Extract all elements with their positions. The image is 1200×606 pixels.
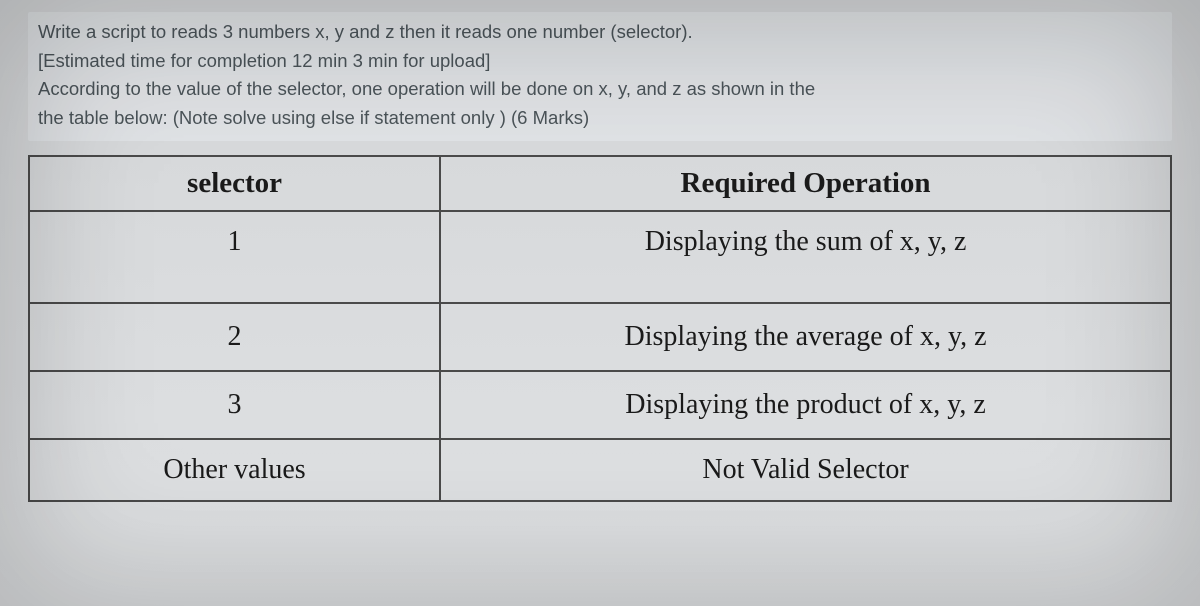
cell-selector: Other values [29, 439, 440, 501]
selector-table: selector Required Operation 1 Displaying… [28, 155, 1172, 502]
question-line-4: the table below: (Note solve using else … [38, 104, 1162, 133]
header-selector: selector [29, 156, 440, 211]
cell-operation: Displaying the sum of x, y, z [440, 211, 1171, 303]
cell-selector: 1 [29, 211, 440, 303]
question-line-3: According to the value of the selector, … [38, 75, 1162, 104]
question-prompt: Write a script to reads 3 numbers x, y a… [28, 12, 1172, 141]
table-row: 3 Displaying the product of x, y, z [29, 371, 1171, 439]
cell-selector: 2 [29, 303, 440, 371]
header-operation: Required Operation [440, 156, 1171, 211]
question-line-2: [Estimated time for completion 12 min 3 … [38, 47, 1162, 76]
table-header-row: selector Required Operation [29, 156, 1171, 211]
cell-operation: Displaying the product of x, y, z [440, 371, 1171, 439]
cell-operation: Not Valid Selector [440, 439, 1171, 501]
question-line-1: Write a script to reads 3 numbers x, y a… [38, 18, 1162, 47]
table-row: 1 Displaying the sum of x, y, z [29, 211, 1171, 303]
cell-operation: Displaying the average of x, y, z [440, 303, 1171, 371]
cell-selector: 3 [29, 371, 440, 439]
table-row: Other values Not Valid Selector [29, 439, 1171, 501]
table-row: 2 Displaying the average of x, y, z [29, 303, 1171, 371]
